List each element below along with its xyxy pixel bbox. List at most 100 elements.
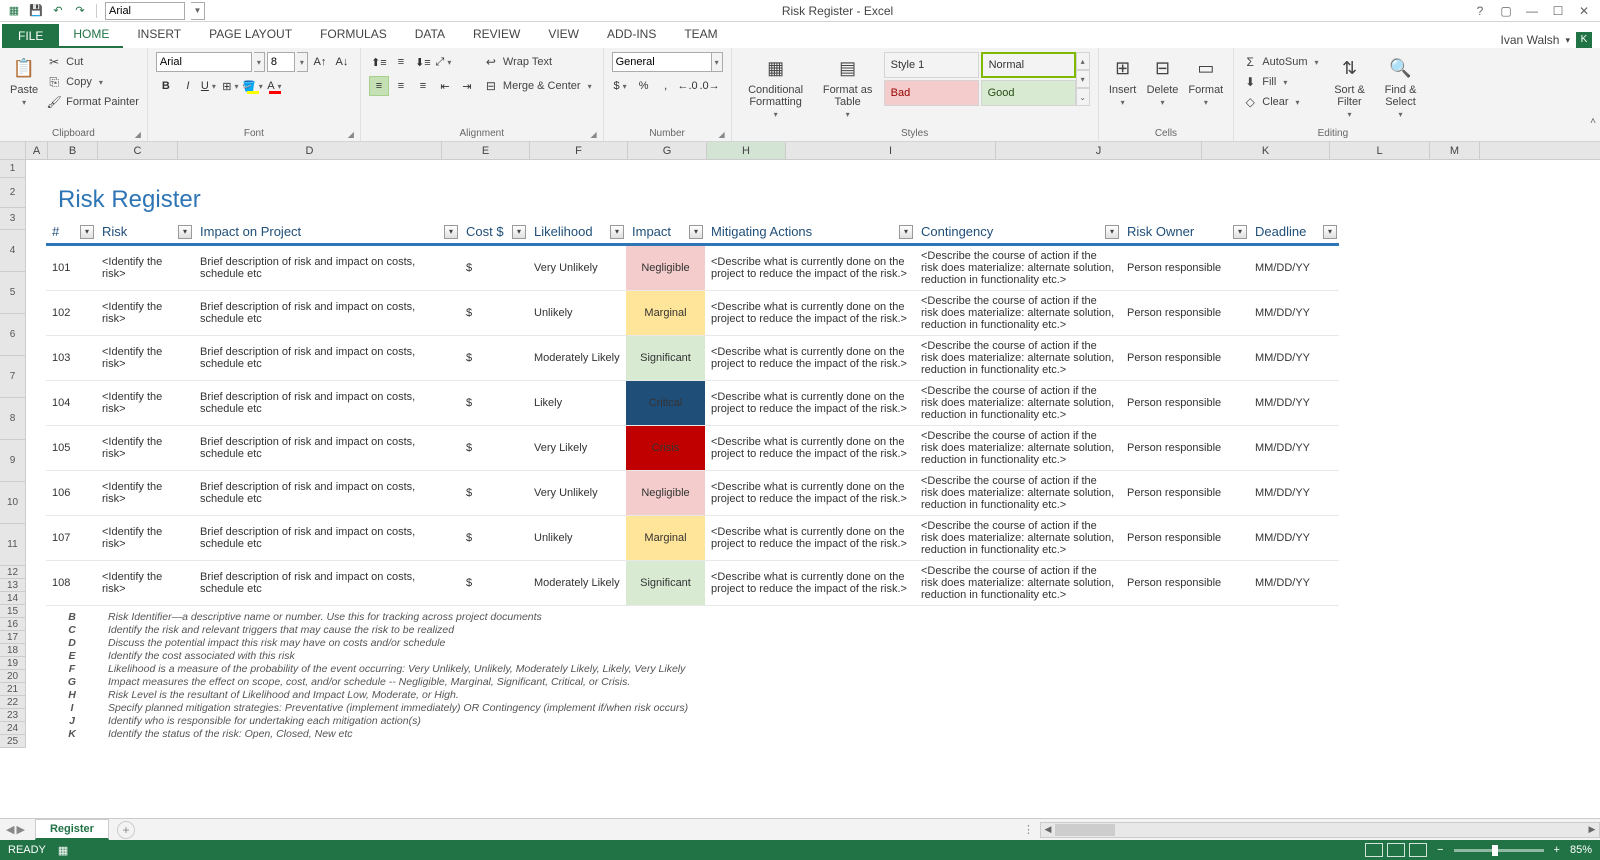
- shrink-font-button[interactable]: A↓: [332, 52, 352, 72]
- table-cell[interactable]: Marginal: [626, 291, 705, 336]
- tab-insert[interactable]: INSERT: [123, 22, 195, 48]
- column-header-L[interactable]: L: [1330, 142, 1430, 159]
- scroll-left-icon[interactable]: ◀: [1041, 823, 1055, 837]
- table-cell[interactable]: Brief description of risk and impact on …: [194, 336, 460, 381]
- table-cell[interactable]: <Describe what is currently done on the …: [705, 336, 915, 381]
- fill-color-button[interactable]: 🪣▾: [244, 76, 264, 96]
- tab-split-handle[interactable]: ⋮: [1017, 823, 1040, 836]
- format-painter-button[interactable]: 🖌Format Painter: [46, 92, 139, 112]
- format-as-table-button[interactable]: ▤Format as Table▾: [818, 52, 878, 121]
- help-icon[interactable]: ?: [1472, 4, 1488, 18]
- increase-decimal-button[interactable]: ←.0: [678, 76, 698, 96]
- scroll-right-icon[interactable]: ▶: [1585, 823, 1599, 837]
- table-cell[interactable]: Brief description of risk and impact on …: [194, 381, 460, 426]
- table-header[interactable]: Cost $▾: [460, 220, 528, 245]
- table-cell[interactable]: Brief description of risk and impact on …: [194, 561, 460, 606]
- table-cell[interactable]: $: [460, 426, 528, 471]
- filter-dropdown-icon[interactable]: ▾: [1233, 225, 1247, 239]
- row-header-9[interactable]: 9: [0, 440, 26, 482]
- table-cell[interactable]: <Describe what is currently done on the …: [705, 381, 915, 426]
- table-cell[interactable]: Marginal: [626, 516, 705, 561]
- tab-home[interactable]: HOME: [59, 22, 123, 48]
- align-left-button[interactable]: ≡: [369, 76, 389, 96]
- column-header-A[interactable]: A: [26, 142, 48, 159]
- column-header-H[interactable]: H: [707, 142, 786, 159]
- filter-dropdown-icon[interactable]: ▾: [512, 225, 526, 239]
- column-header-J[interactable]: J: [996, 142, 1202, 159]
- font-color-button[interactable]: A▾: [266, 76, 286, 96]
- row-header-4[interactable]: 4: [0, 230, 26, 272]
- accounting-format-button[interactable]: $▾: [612, 76, 632, 96]
- table-cell[interactable]: Person responsible: [1121, 426, 1249, 471]
- next-sheet-icon[interactable]: ▶: [16, 823, 24, 836]
- select-all-button[interactable]: [0, 142, 26, 159]
- row-header-5[interactable]: 5: [0, 272, 26, 314]
- filter-dropdown-icon[interactable]: ▾: [1105, 225, 1119, 239]
- table-header[interactable]: Deadline▾: [1249, 220, 1339, 245]
- zoom-in-button[interactable]: +: [1554, 844, 1560, 856]
- table-cell[interactable]: <Describe the course of action if the ri…: [915, 245, 1121, 291]
- zoom-level[interactable]: 85%: [1570, 844, 1592, 856]
- macro-record-icon[interactable]: ▦: [58, 844, 68, 857]
- spreadsheet-grid[interactable]: 1234567891011121314151617181920212223242…: [0, 160, 1600, 780]
- qat-font-input[interactable]: [105, 2, 185, 20]
- table-cell[interactable]: <Identify the risk>: [96, 471, 194, 516]
- column-header-B[interactable]: B: [48, 142, 98, 159]
- table-cell[interactable]: MM/DD/YY: [1249, 426, 1339, 471]
- table-cell[interactable]: Crisis: [626, 426, 705, 471]
- table-cell[interactable]: Critical: [626, 381, 705, 426]
- save-icon[interactable]: 💾: [28, 3, 44, 19]
- table-cell[interactable]: <Identify the risk>: [96, 516, 194, 561]
- table-cell[interactable]: Very Unlikely: [528, 245, 626, 291]
- filter-dropdown-icon[interactable]: ▾: [1323, 225, 1337, 239]
- table-cell[interactable]: Brief description of risk and impact on …: [194, 245, 460, 291]
- table-cell[interactable]: MM/DD/YY: [1249, 291, 1339, 336]
- tab-add-ins[interactable]: ADD-INS: [593, 22, 670, 48]
- table-cell[interactable]: $: [460, 245, 528, 291]
- table-header[interactable]: Risk▾: [96, 220, 194, 245]
- minimize-icon[interactable]: —: [1524, 4, 1540, 18]
- table-cell[interactable]: <Identify the risk>: [96, 426, 194, 471]
- tab-formulas[interactable]: FORMULAS: [306, 22, 401, 48]
- sheet-nav[interactable]: ◀▶: [0, 823, 31, 836]
- column-header-I[interactable]: I: [786, 142, 996, 159]
- table-cell[interactable]: $: [460, 471, 528, 516]
- borders-button[interactable]: ⊞▾: [222, 76, 242, 96]
- table-cell[interactable]: Very Likely: [528, 426, 626, 471]
- prev-sheet-icon[interactable]: ◀: [6, 823, 14, 836]
- table-cell[interactable]: MM/DD/YY: [1249, 336, 1339, 381]
- filter-dropdown-icon[interactable]: ▾: [610, 225, 624, 239]
- row-header-21[interactable]: 21: [0, 683, 26, 696]
- maximize-icon[interactable]: ☐: [1550, 4, 1566, 18]
- row-header-16[interactable]: 16: [0, 618, 26, 631]
- table-cell[interactable]: <Describe the course of action if the ri…: [915, 561, 1121, 606]
- redo-icon[interactable]: ↷: [72, 3, 88, 19]
- font-size-dropdown[interactable]: ▾: [297, 52, 308, 72]
- table-cell[interactable]: Person responsible: [1121, 381, 1249, 426]
- row-header-23[interactable]: 23: [0, 709, 26, 722]
- table-cell[interactable]: <Describe what is currently done on the …: [705, 561, 915, 606]
- decrease-decimal-button[interactable]: .0→: [700, 76, 720, 96]
- table-cell[interactable]: Negligible: [626, 471, 705, 516]
- table-cell[interactable]: 107: [46, 516, 96, 561]
- table-cell[interactable]: MM/DD/YY: [1249, 471, 1339, 516]
- number-dialog-launcher[interactable]: ◢: [718, 130, 724, 139]
- comma-format-button[interactable]: ,: [656, 76, 676, 96]
- row-header-19[interactable]: 19: [0, 657, 26, 670]
- table-cell[interactable]: Likely: [528, 381, 626, 426]
- row-header-17[interactable]: 17: [0, 631, 26, 644]
- table-cell[interactable]: 106: [46, 471, 96, 516]
- table-cell[interactable]: 108: [46, 561, 96, 606]
- cell-style-normal[interactable]: Normal: [981, 52, 1076, 78]
- zoom-slider[interactable]: [1454, 849, 1544, 852]
- autosum-button[interactable]: ΣAutoSum▾: [1242, 52, 1321, 72]
- style-gallery-scroll[interactable]: ▴▾⌄: [1076, 52, 1090, 106]
- table-cell[interactable]: <Describe the course of action if the ri…: [915, 291, 1121, 336]
- font-name-dropdown[interactable]: ▾: [254, 52, 265, 72]
- table-header[interactable]: #▾: [46, 220, 96, 245]
- table-cell[interactable]: <Describe the course of action if the ri…: [915, 471, 1121, 516]
- table-cell[interactable]: MM/DD/YY: [1249, 516, 1339, 561]
- number-format-dropdown[interactable]: ▾: [712, 52, 723, 72]
- row-header-3[interactable]: 3: [0, 208, 26, 230]
- cut-button[interactable]: ✂Cut: [46, 52, 139, 72]
